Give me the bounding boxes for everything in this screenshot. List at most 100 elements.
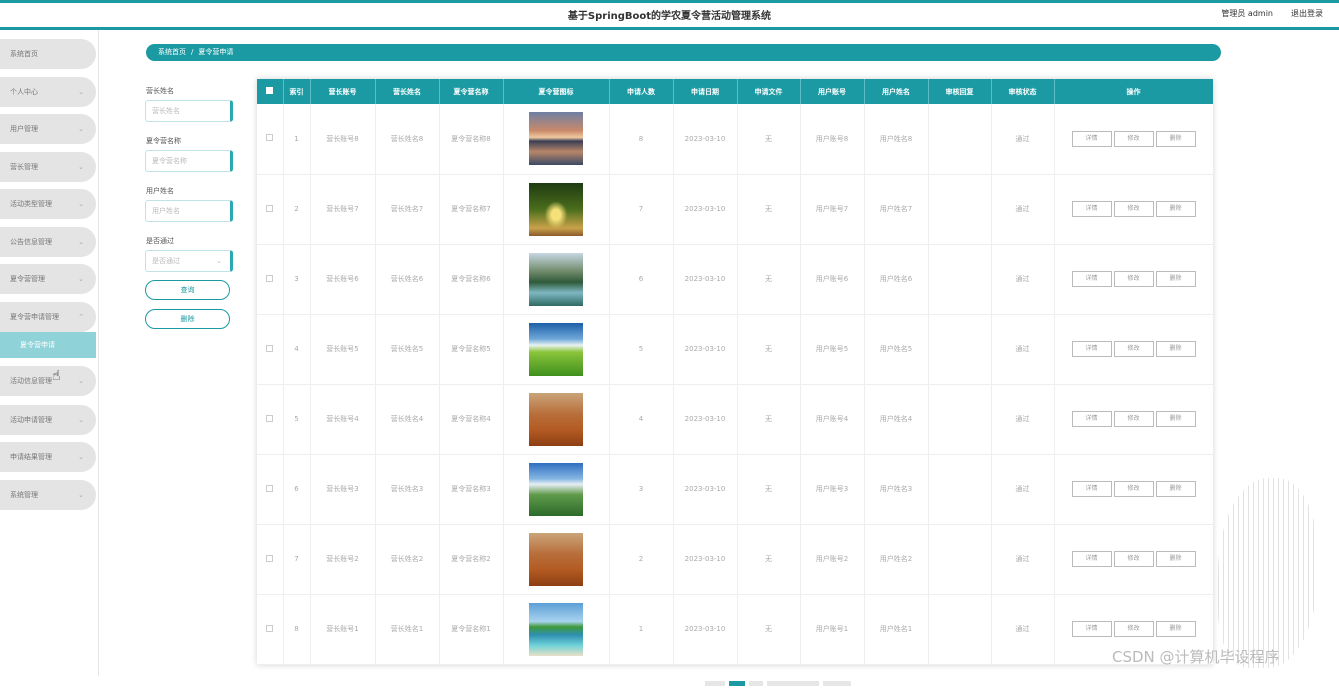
cell-leader-name: 营长姓名3 bbox=[375, 454, 440, 525]
row-checkbox[interactable] bbox=[257, 314, 284, 385]
edit-button[interactable]: 修改 bbox=[1113, 481, 1154, 497]
leader-name-input[interactable]: 营长姓名 bbox=[145, 100, 233, 122]
menu-item-camp-application[interactable]: 夏令营申请管理 ⌃ bbox=[0, 302, 96, 332]
passed-select[interactable]: 是否通过 ⌄ bbox=[145, 250, 233, 272]
detail-button[interactable]: 详情 bbox=[1071, 551, 1112, 567]
edit-button[interactable]: 修改 bbox=[1113, 341, 1154, 357]
cell-user-account: 用户账号5 bbox=[800, 314, 865, 385]
row-checkbox[interactable] bbox=[257, 104, 284, 175]
cell-count: 4 bbox=[609, 384, 674, 455]
cell-status: 通过 bbox=[991, 104, 1055, 175]
edit-button[interactable]: 修改 bbox=[1113, 201, 1154, 217]
delete-button[interactable]: 删除 bbox=[1155, 481, 1196, 497]
passed-label: 是否通过 bbox=[146, 237, 174, 245]
menu-item-user-management[interactable]: 用户管理 ⌄ bbox=[0, 114, 96, 144]
row-checkbox[interactable] bbox=[257, 594, 284, 665]
cell-user-name: 用户姓名8 bbox=[864, 104, 929, 175]
detail-button[interactable]: 详情 bbox=[1071, 621, 1112, 637]
cell-leader-account: 营长账号2 bbox=[310, 524, 376, 595]
delete-button[interactable]: 删除 bbox=[1155, 271, 1196, 287]
cell-user-name: 用户姓名7 bbox=[864, 174, 929, 245]
edit-button[interactable]: 修改 bbox=[1113, 271, 1154, 287]
chevron-down-icon: ⌄ bbox=[78, 200, 84, 208]
menu-item-leader-management[interactable]: 营长管理 ⌄ bbox=[0, 152, 96, 182]
cell-user-name: 用户姓名6 bbox=[864, 244, 929, 315]
delete-button[interactable]: 删除 bbox=[1155, 551, 1196, 567]
logout-link[interactable]: 退出登录 bbox=[1291, 8, 1323, 19]
cell-date: 2023-03-10 bbox=[673, 454, 738, 525]
col-leader-account: 营长账号 bbox=[310, 79, 376, 104]
detail-button[interactable]: 详情 bbox=[1071, 481, 1112, 497]
cell-index: 1 bbox=[283, 104, 311, 175]
cell-user-name: 用户姓名1 bbox=[864, 594, 929, 665]
menu-label: 夏令营申请管理 bbox=[10, 313, 59, 321]
query-button[interactable]: 查询 bbox=[145, 280, 230, 300]
table-row: 2 营长账号7 营长姓名7 夏令营名称7 7 2023-03-10 无用户账号7 用户姓名7 通… bbox=[257, 174, 1213, 245]
col-user-name: 用户姓名 bbox=[864, 79, 929, 104]
cell-index: 6 bbox=[283, 454, 311, 525]
edit-button[interactable]: 修改 bbox=[1113, 551, 1154, 567]
menu-label: 个人中心 bbox=[10, 88, 38, 96]
edit-button[interactable]: 修改 bbox=[1113, 130, 1154, 147]
row-checkbox[interactable] bbox=[257, 174, 284, 245]
chevron-down-icon: ⌄ bbox=[78, 275, 84, 283]
cell-index: 3 bbox=[283, 244, 311, 315]
col-leader-name: 营长姓名 bbox=[375, 79, 440, 104]
camp-image bbox=[529, 252, 583, 306]
menu-item-home[interactable]: 系统首页 bbox=[0, 39, 96, 69]
delete-button[interactable]: 删除 bbox=[1155, 130, 1196, 147]
row-actions: 详情 修改 删除 bbox=[1054, 314, 1213, 385]
menu-item-camp-management[interactable]: 夏令营管理 ⌄ bbox=[0, 264, 96, 294]
cell-count: 3 bbox=[609, 454, 674, 525]
detail-button[interactable]: 详情 bbox=[1071, 201, 1112, 217]
menu-item-activity-type[interactable]: 活动类型管理 ⌄ bbox=[0, 189, 96, 219]
batch-delete-button[interactable]: 删除 bbox=[145, 309, 230, 329]
cell-date: 2023-03-10 bbox=[673, 524, 738, 595]
menu-item-system[interactable]: 系统管理 ⌄ bbox=[0, 480, 96, 510]
chevron-up-icon: ⌃ bbox=[78, 313, 84, 321]
menu-item-announcement[interactable]: 公告信息管理 ⌄ bbox=[0, 227, 96, 257]
row-checkbox[interactable] bbox=[257, 524, 284, 595]
menu-item-activity-application[interactable]: 活动申请管理 ⌄ bbox=[0, 405, 96, 435]
edit-button[interactable]: 修改 bbox=[1113, 411, 1154, 427]
row-actions: 详情 修改 删除 bbox=[1054, 454, 1213, 525]
cell-reply bbox=[928, 314, 992, 385]
breadcrumb-home[interactable]: 系统首页 bbox=[158, 48, 186, 56]
menu-item-application-result[interactable]: 申请结果管理 ⌄ bbox=[0, 442, 96, 472]
detail-button[interactable]: 详情 bbox=[1071, 271, 1112, 287]
menu-item-activity-info[interactable]: 活动信息管理 ⌄ bbox=[0, 366, 96, 396]
detail-button[interactable]: 详情 bbox=[1071, 411, 1112, 427]
delete-button[interactable]: 删除 bbox=[1155, 411, 1196, 427]
camp-image-cell bbox=[503, 524, 610, 595]
cell-file: 无 bbox=[737, 314, 801, 385]
detail-button[interactable]: 详情 bbox=[1071, 130, 1112, 147]
submenu-item-camp-application[interactable]: 夏令营申请 bbox=[0, 332, 96, 358]
edit-button[interactable]: 修改 bbox=[1113, 621, 1154, 637]
row-checkbox[interactable] bbox=[257, 384, 284, 455]
delete-button[interactable]: 删除 bbox=[1155, 621, 1196, 637]
cell-leader-name: 营长姓名4 bbox=[375, 384, 440, 455]
row-checkbox[interactable] bbox=[257, 244, 284, 315]
cell-leader-name: 营长姓名1 bbox=[375, 594, 440, 665]
camp-name-label: 夏令营名称 bbox=[146, 137, 181, 145]
cell-user-name: 用户姓名3 bbox=[864, 454, 929, 525]
menu-label: 申请结果管理 bbox=[10, 453, 52, 461]
cell-count: 2 bbox=[609, 524, 674, 595]
chevron-down-icon: ⌄ bbox=[78, 491, 84, 499]
col-camp-image: 夏令营图标 bbox=[503, 79, 610, 104]
menu-label: 公告信息管理 bbox=[10, 238, 52, 246]
chevron-down-icon: ⌄ bbox=[78, 125, 84, 133]
decorative-pattern bbox=[1218, 478, 1318, 668]
delete-button[interactable]: 删除 bbox=[1155, 201, 1196, 217]
cell-date: 2023-03-10 bbox=[673, 594, 738, 665]
cell-camp-name: 夏令营名称6 bbox=[439, 244, 504, 315]
menu-item-personal-center[interactable]: 个人中心 ⌄ bbox=[0, 77, 96, 107]
camp-name-input[interactable]: 夏令营名称 bbox=[145, 150, 233, 172]
menu-label: 系统首页 bbox=[10, 50, 38, 58]
camp-image-cell bbox=[503, 314, 610, 385]
detail-button[interactable]: 详情 bbox=[1071, 341, 1112, 357]
select-all-checkbox[interactable] bbox=[257, 79, 284, 104]
user-name-input[interactable]: 用户姓名 bbox=[145, 200, 233, 222]
delete-button[interactable]: 删除 bbox=[1155, 341, 1196, 357]
row-checkbox[interactable] bbox=[257, 454, 284, 525]
